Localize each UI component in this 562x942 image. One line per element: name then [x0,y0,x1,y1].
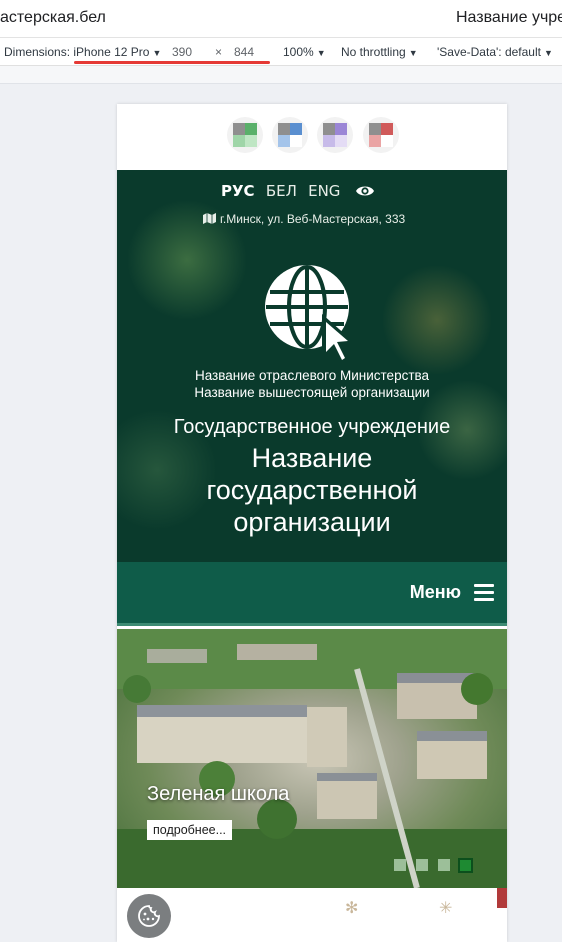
tab-title[interactable]: Название учре [456,9,562,27]
snowflake-icon: ✻ [345,900,359,917]
chevron-down-icon: ▼ [543,48,553,58]
contrast-red-icon[interactable] [363,117,399,153]
zoom-dropdown[interactable]: 100% ▼ [283,45,326,59]
annotation-underline [74,61,270,64]
globe-cursor-icon[interactable] [262,262,362,366]
map-icon [203,213,216,224]
save-data-value: 'Save-Data': default [437,45,541,59]
lang-rus[interactable]: РУС [221,182,255,200]
throttling-dropdown[interactable]: No throttling ▼ [341,45,418,59]
chevron-down-icon: ▼ [316,48,326,58]
site-header: РУС БЕЛ ENG г.Минск, ул. Веб-Мастерская,… [117,170,507,562]
contrast-purple-icon[interactable] [317,117,353,153]
hamburger-icon[interactable] [474,584,494,601]
viewport-height-input[interactable]: 844 [234,45,254,59]
campus-aerial-photo [117,629,507,888]
slider-dot-4[interactable] [458,858,473,873]
device-name: iPhone 12 Pro [73,45,150,59]
parent-org-name: Название вышестоящей организации [194,385,430,400]
devtools-device-toolbar: Dimensions: iPhone 12 Pro ▼ 390 × 844 100… [0,38,562,66]
decor-red-edge [497,888,507,908]
contrast-green-icon[interactable] [227,117,263,153]
throttling-value: No throttling [341,45,406,59]
cookie-icon [138,905,160,927]
save-data-dropdown[interactable]: 'Save-Data': default ▼ [437,45,553,59]
dimensions-dropdown[interactable]: Dimensions: iPhone 12 Pro ▼ [4,45,161,59]
viewport-width-input[interactable]: 390 [172,45,192,59]
address-bar-url[interactable]: астерская.бел [0,9,106,27]
lang-eng[interactable]: ENG [308,182,340,200]
zoom-value: 100% [283,45,314,59]
device-viewport: РУС БЕЛ ENG г.Минск, ул. Веб-Мастерская,… [117,104,507,942]
org-name[interactable]: Название государственной организации [157,442,467,538]
news-section-top: ✻ ✳ [117,888,507,942]
eye-icon[interactable] [355,184,375,198]
devtools-ruler [0,66,562,84]
address-line: г.Минск, ул. Веб-Мастерская, 333 [203,212,405,226]
dimension-separator: × [215,45,223,59]
slider-dot-3[interactable] [438,859,450,871]
snowflake-icon: ✳ [439,900,453,917]
ministry-name: Название отраслевого Министерства [194,368,430,383]
chevron-down-icon: ▼ [408,48,418,58]
cookie-settings-button[interactable] [127,894,171,938]
slider-dot-1[interactable] [394,859,406,871]
dimensions-label: Dimensions: [4,45,71,59]
language-switcher: РУС БЕЛ ENG [221,182,346,200]
slide-title[interactable]: Зеленая школа [147,783,289,806]
address-text: г.Минск, ул. Веб-Мастерская, 333 [220,212,406,226]
read-more-button[interactable]: подробнее... [147,820,233,840]
org-type: Государственное учреждение [173,416,451,438]
browser-titlebar: астерская.бел Название учре [0,0,562,38]
slider-dot-2[interactable] [416,859,428,871]
contrast-blue-icon[interactable] [272,117,308,153]
menu-label[interactable]: Меню [410,582,461,603]
chevron-down-icon: ▼ [152,48,162,58]
image-slider[interactable]: Зеленая школа подробнее... [117,629,507,888]
accessibility-bar [117,104,507,170]
menu-bar[interactable]: Меню [117,562,507,626]
lang-bel[interactable]: БЕЛ [266,182,297,200]
